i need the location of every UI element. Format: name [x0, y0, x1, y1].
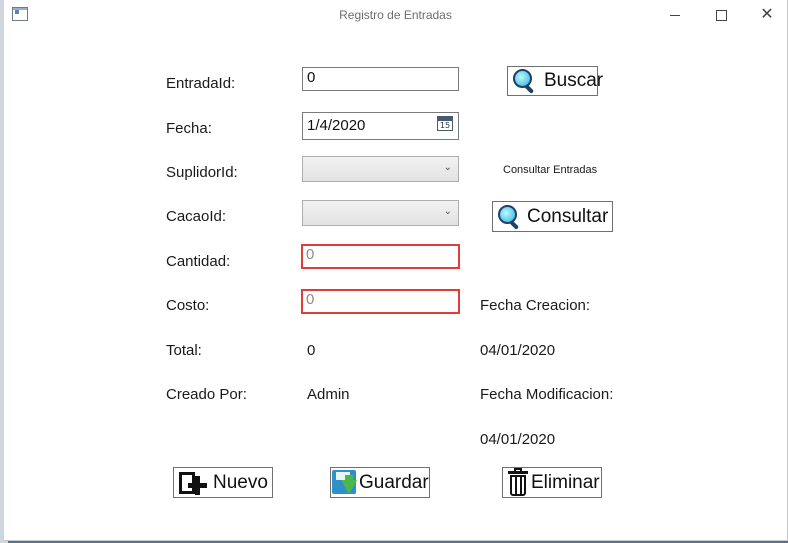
fecha-creacion-value: 04/01/2020 — [480, 342, 556, 359]
suplidor-id-combobox[interactable]: ⌄ — [302, 156, 459, 182]
guardar-label: Guardar — [359, 471, 429, 493]
calendar-icon[interactable]: 15 — [437, 116, 453, 131]
fecha-datepicker[interactable]: 1/4/2020 15 — [302, 112, 459, 140]
buscar-button[interactable]: Buscar — [507, 66, 603, 96]
total-value: 0 — [307, 342, 316, 359]
cacao-id-label: CacaoId: — [166, 208, 227, 225]
new-document-icon — [175, 468, 207, 498]
creado-por-label: Creado Por: — [166, 386, 247, 403]
app-window: Registro de Entradas ✕ EntradaId: Fecha:… — [4, 0, 788, 541]
cantidad-label: Cantidad: — [166, 253, 231, 270]
cantidad-input[interactable]: 0 — [301, 244, 460, 269]
chevron-down-icon: ⌄ — [443, 162, 452, 173]
fecha-modificacion-value: 04/01/2020 — [480, 431, 556, 448]
nuevo-label: Nuevo — [213, 471, 268, 493]
fecha-modificacion-label: Fecha Modificacion: — [480, 386, 614, 403]
nuevo-button[interactable]: Nuevo — [173, 467, 273, 498]
consultar-entradas-caption: Consultar Entradas — [503, 164, 598, 176]
guardar-button[interactable]: Guardar — [330, 467, 430, 498]
fecha-value: 1/4/2020 — [307, 117, 366, 134]
maximize-icon — [715, 9, 727, 21]
search-icon — [511, 68, 537, 94]
entrada-id-label: EntradaId: — [166, 75, 236, 92]
trash-icon — [505, 467, 531, 498]
fecha-creacion-label: Fecha Creacion: — [480, 297, 591, 314]
eliminar-label: Eliminar — [531, 471, 600, 493]
costo-label: Costo: — [166, 297, 210, 314]
close-icon: ✕ — [760, 6, 774, 23]
creado-por-value: Admin — [307, 386, 350, 403]
search-icon — [496, 204, 522, 230]
cacao-id-combobox[interactable]: ⌄ — [302, 200, 459, 226]
buscar-label: Buscar — [544, 70, 604, 91]
total-label: Total: — [166, 342, 202, 359]
eliminar-button[interactable]: Eliminar — [502, 467, 602, 498]
consultar-label: Consultar — [527, 205, 609, 227]
costo-input[interactable]: 0 — [301, 289, 460, 314]
fecha-label: Fecha: — [166, 120, 212, 137]
save-icon — [331, 469, 359, 497]
title-bar: Registro de Entradas ✕ — [4, 0, 787, 32]
minimize-icon — [670, 14, 680, 16]
minimize-button[interactable] — [652, 0, 698, 30]
close-button[interactable]: ✕ — [744, 0, 788, 30]
entrada-id-input[interactable]: 0 — [302, 67, 459, 91]
chevron-down-icon: ⌄ — [443, 206, 452, 217]
maximize-button[interactable] — [698, 0, 744, 30]
suplidor-id-label: SuplidorId: — [166, 164, 238, 181]
consultar-button[interactable]: Consultar — [492, 201, 613, 232]
